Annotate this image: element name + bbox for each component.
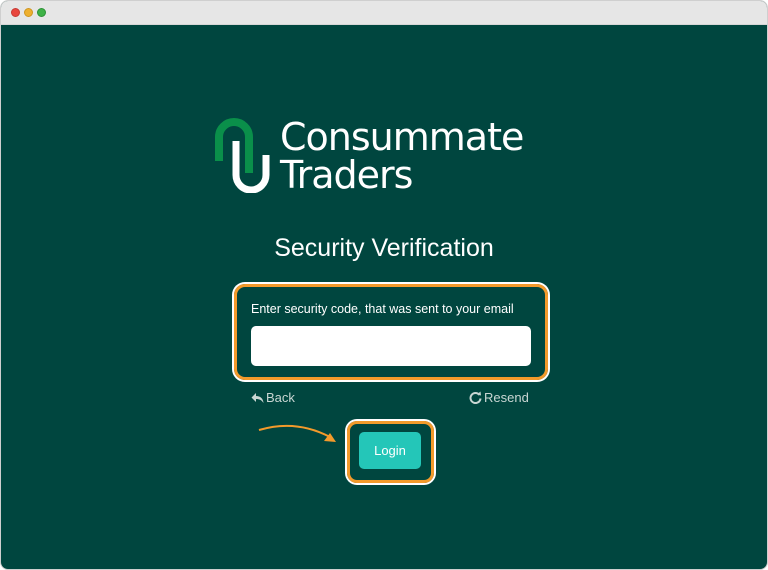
back-link-label: Back	[266, 390, 295, 405]
resend-link[interactable]: Resend	[469, 390, 529, 405]
browser-window: Consummate Traders Security Verification…	[0, 0, 768, 570]
brand-logo: Consummate Traders	[213, 113, 573, 197]
page-title: Security Verification	[274, 234, 494, 262]
maximize-window-button[interactable]	[37, 8, 46, 17]
curved-arrow-icon	[258, 424, 336, 442]
back-arrow-icon	[251, 393, 264, 403]
brand-name-line2: Traders	[280, 153, 413, 197]
logo-mark-icon	[215, 118, 270, 193]
close-window-button[interactable]	[11, 8, 20, 17]
window-titlebar	[1, 1, 767, 25]
login-button[interactable]: Login	[359, 432, 421, 469]
back-link[interactable]: Back	[251, 390, 295, 405]
resend-link-label: Resend	[484, 390, 529, 405]
security-code-label: Enter security code, that was sent to yo…	[251, 302, 514, 316]
refresh-icon	[469, 391, 482, 405]
security-code-input[interactable]	[251, 326, 531, 366]
minimize-window-button[interactable]	[24, 8, 33, 17]
